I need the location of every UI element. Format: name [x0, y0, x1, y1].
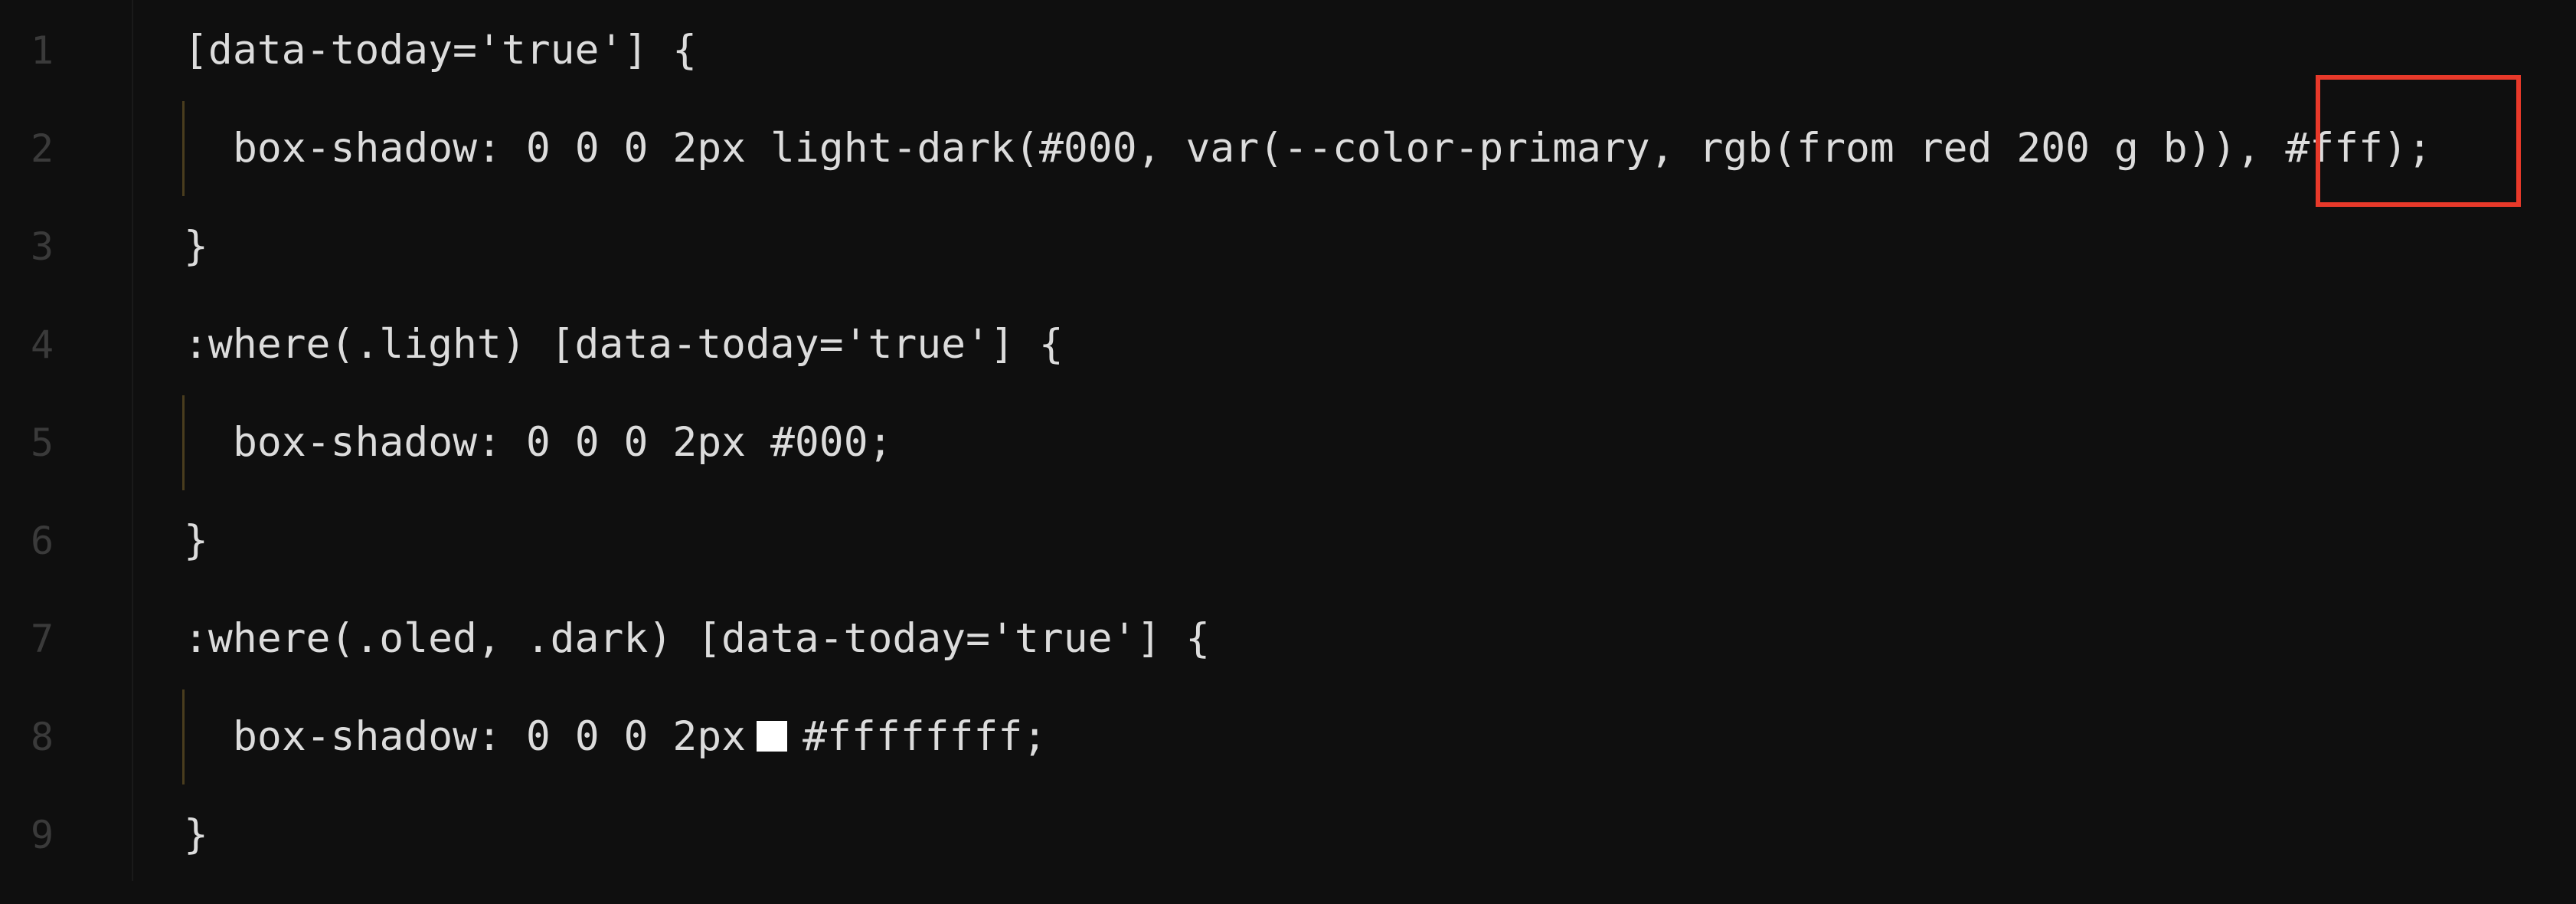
indent-guide: [182, 101, 185, 196]
code-line-1[interactable]: [data-today='true'] {: [184, 2, 697, 100]
indent-guide: [182, 395, 185, 490]
indent-guide: [182, 689, 185, 784]
code-line-7[interactable]: :where(.oled, .dark) [data-today='true']…: [184, 590, 1210, 688]
code-line-8[interactable]: box-shadow: 0 0 0 2px #ffffffff;: [233, 688, 1047, 786]
code-line-5[interactable]: box-shadow: 0 0 0 2px #000;: [233, 394, 893, 492]
color-swatch-icon[interactable]: [757, 721, 788, 752]
code-line-4[interactable]: :where(.light) [data-today='true'] {: [184, 296, 1064, 394]
code-line-9[interactable]: }: [184, 786, 208, 884]
code-line-8-text: box-shadow: 0 0 0 2px: [233, 713, 747, 760]
code-area[interactable]: [data-today='true'] { box-shadow: 0 0 0 …: [0, 0, 2576, 904]
highlight-annotation-box: [2316, 75, 2521, 207]
code-line-3[interactable]: }: [184, 198, 208, 296]
code-line-8-value: #ffffffff;: [803, 713, 1048, 760]
code-line-2[interactable]: box-shadow: 0 0 0 2px light-dark(#000, v…: [233, 100, 2432, 198]
code-line-6[interactable]: }: [184, 492, 208, 590]
code-editor[interactable]: 1 2 3 4 5 6 7 8 9 [data-today='true'] { …: [0, 0, 2576, 904]
